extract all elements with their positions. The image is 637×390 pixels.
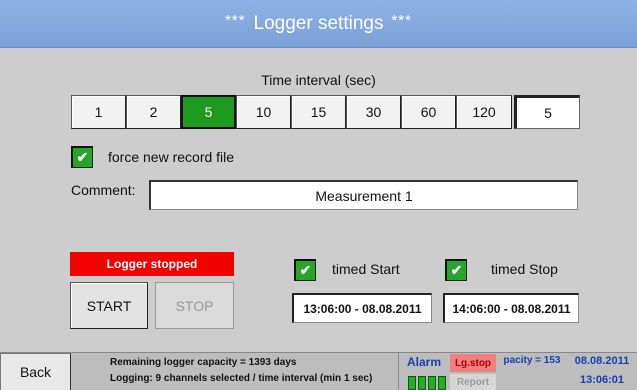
timed-start-field[interactable]: 13:06:00 - 08.08.2011 bbox=[292, 293, 432, 323]
timed-stop-checkbox[interactable]: ✔ bbox=[445, 259, 467, 281]
interval-option-15[interactable]: 15 bbox=[291, 95, 346, 129]
alarm-indicator bbox=[428, 376, 436, 390]
logger-capacity-text: Remaining logger capacity = 1393 days bbox=[110, 357, 297, 368]
alarm-indicator bbox=[438, 376, 446, 390]
alarm-indicator bbox=[418, 376, 426, 390]
force-new-record-label: force new record file bbox=[108, 149, 235, 165]
timed-start-checkbox[interactable]: ✔ bbox=[294, 259, 316, 281]
logger-status-badge: Logger stopped bbox=[70, 252, 234, 276]
alarm-indicators bbox=[408, 376, 446, 390]
interval-option-5[interactable]: 5 bbox=[181, 95, 236, 129]
interval-value-field[interactable]: 5 bbox=[514, 95, 580, 129]
interval-option-120[interactable]: 120 bbox=[456, 95, 512, 129]
page-title: Logger settings bbox=[253, 12, 384, 34]
timed-stop-label: timed Stop bbox=[491, 261, 558, 277]
report-button[interactable]: Report bbox=[450, 374, 496, 390]
interval-option-30[interactable]: 30 bbox=[346, 95, 401, 129]
alarm-indicator bbox=[408, 376, 416, 390]
timed-start-label: timed Start bbox=[332, 261, 400, 277]
interval-option-2[interactable]: 2 bbox=[126, 95, 181, 129]
alarm-label: Alarm bbox=[406, 355, 441, 369]
logger-stop-indicator: Lg.stop bbox=[450, 354, 496, 372]
start-button[interactable]: START bbox=[70, 282, 148, 329]
interval-option-60[interactable]: 60 bbox=[401, 95, 456, 129]
capacity-short-text: pacity = 153 bbox=[503, 355, 561, 366]
status-time: 13:06:01 bbox=[579, 374, 625, 386]
interval-option-1[interactable]: 1 bbox=[71, 95, 126, 129]
title-bar: *** Logger settings *** bbox=[0, 0, 637, 48]
title-stars-right: *** bbox=[391, 12, 412, 29]
timed-stop-field[interactable]: 14:06:00 - 08.08.2011 bbox=[443, 293, 579, 323]
back-button[interactable]: Back bbox=[0, 353, 71, 390]
comment-label: Comment: bbox=[71, 182, 136, 198]
time-interval-label: Time interval (sec) bbox=[261, 72, 376, 88]
footer-divider bbox=[398, 353, 399, 390]
status-date: 08.08.2011 bbox=[574, 355, 630, 367]
title-stars-left: *** bbox=[225, 12, 246, 29]
stop-button[interactable]: STOP bbox=[155, 282, 234, 329]
logging-info-text: Logging: 9 channels selected / time inte… bbox=[110, 373, 373, 384]
status-bar: Back Remaining logger capacity = 1393 da… bbox=[0, 352, 637, 390]
force-new-record-checkbox[interactable]: ✔ bbox=[71, 146, 93, 168]
comment-input[interactable]: Measurement 1 bbox=[149, 180, 578, 210]
interval-option-10[interactable]: 10 bbox=[236, 95, 291, 129]
